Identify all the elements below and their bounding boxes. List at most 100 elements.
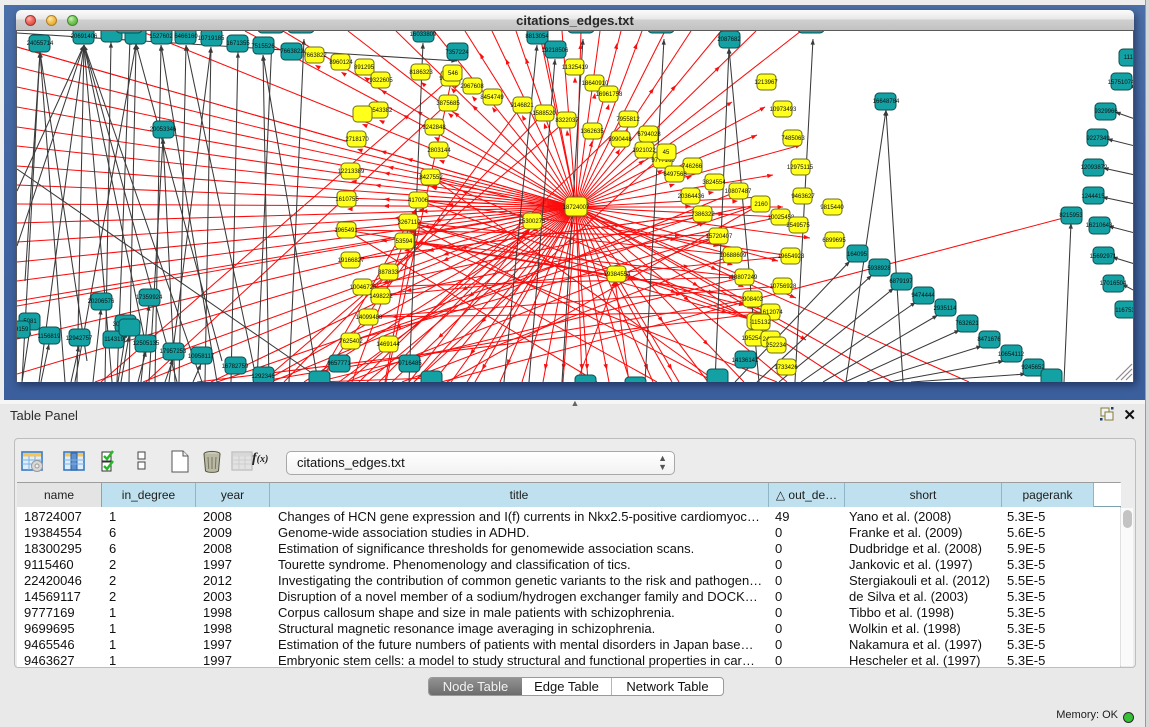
svg-text:7357224: 7357224 <box>445 50 469 56</box>
svg-text:1733426: 1733426 <box>774 365 798 371</box>
svg-text:8471676: 8471676 <box>977 337 1001 343</box>
svg-text:164095: 164095 <box>847 252 868 258</box>
svg-text:14099488: 14099488 <box>356 315 383 321</box>
svg-text:2549575: 2549575 <box>786 223 810 229</box>
svg-text:11325419: 11325419 <box>562 65 589 71</box>
svg-text:887833: 887833 <box>378 270 399 276</box>
svg-text:16033809: 16033809 <box>410 32 437 38</box>
svg-text:14136141: 14136141 <box>732 358 759 364</box>
svg-text:9227349: 9227349 <box>1086 136 1110 142</box>
svg-text:7632621: 7632621 <box>955 321 979 327</box>
svg-text:10719185: 10719185 <box>198 36 225 42</box>
svg-text:12213389: 12213389 <box>338 169 365 175</box>
svg-text:9329966: 9329966 <box>1094 109 1118 115</box>
svg-text:6794028: 6794028 <box>637 132 661 138</box>
svg-text:39159: 39159 <box>17 327 29 333</box>
svg-text:116753: 116753 <box>1115 308 1134 314</box>
svg-text:53594: 53594 <box>396 239 413 245</box>
svg-text:12505135: 12505135 <box>133 341 160 347</box>
svg-text:8427552: 8427552 <box>419 175 443 181</box>
svg-text:2718170: 2718170 <box>345 137 369 143</box>
svg-text:17359924: 17359924 <box>136 295 163 301</box>
svg-text:20053346: 20053346 <box>150 127 177 133</box>
svg-text:1362635: 1362635 <box>580 129 604 135</box>
svg-text:252234: 252234 <box>766 343 787 349</box>
svg-text:9474444: 9474444 <box>911 293 935 299</box>
svg-text:9716485: 9716485 <box>398 361 422 367</box>
svg-text:19384554: 19384554 <box>604 272 631 278</box>
svg-text:18807249: 18807249 <box>731 275 758 281</box>
svg-text:1213967: 1213967 <box>754 80 778 86</box>
svg-text:1156819: 1156819 <box>38 334 62 340</box>
svg-text:908403: 908403 <box>743 297 764 303</box>
svg-text:1112: 1112 <box>1124 55 1134 61</box>
svg-text:7663822: 7663822 <box>280 49 304 55</box>
svg-text:19654923: 19654923 <box>778 254 805 260</box>
svg-text:12093872: 12093872 <box>1081 165 1108 171</box>
svg-text:20364436: 20364436 <box>678 194 705 200</box>
svg-text:15751074: 15751074 <box>1108 80 1134 86</box>
svg-text:8960124: 8960124 <box>329 60 353 66</box>
svg-text:7485063: 7485063 <box>781 136 805 142</box>
svg-text:7515526: 7515526 <box>251 44 275 50</box>
svg-text:746266: 746266 <box>682 164 703 170</box>
svg-text:546: 546 <box>448 71 459 77</box>
svg-text:10958117: 10958117 <box>188 354 215 360</box>
svg-text:19218506: 19218506 <box>542 48 569 54</box>
svg-text:16210643: 16210643 <box>1086 223 1113 229</box>
svg-text:16648784: 16648784 <box>873 99 900 105</box>
svg-text:45: 45 <box>663 150 670 156</box>
svg-text:6899695: 6899695 <box>822 238 846 244</box>
svg-text:9463627: 9463627 <box>791 194 815 200</box>
svg-text:20206576: 20206576 <box>88 299 115 305</box>
svg-text:10807487: 10807487 <box>725 189 752 195</box>
svg-text:18724007: 18724007 <box>563 205 590 211</box>
svg-text:15692971: 15692971 <box>1090 254 1117 260</box>
svg-text:3267110: 3267110 <box>398 220 422 226</box>
svg-text:2935114: 2935114 <box>934 306 958 312</box>
svg-text:1498222: 1498222 <box>369 294 393 300</box>
svg-text:16782759: 16782759 <box>222 364 249 370</box>
svg-text:2087682: 2087682 <box>717 37 741 43</box>
svg-text:10688609: 10688609 <box>720 253 747 259</box>
svg-text:1610755: 1610755 <box>335 197 359 203</box>
svg-text:1244415: 1244415 <box>1081 194 1105 200</box>
svg-text:10973493: 10973493 <box>770 107 797 113</box>
svg-text:9815440: 9815440 <box>820 205 844 211</box>
svg-text:8990448: 8990448 <box>608 137 632 143</box>
svg-text:114319: 114319 <box>104 337 124 343</box>
svg-text:3875685: 3875685 <box>436 101 460 107</box>
svg-text:17016504: 17016504 <box>1100 281 1127 287</box>
svg-text:6497568: 6497568 <box>663 172 687 178</box>
svg-text:9322605: 9322605 <box>369 78 393 84</box>
svg-text:891295: 891295 <box>354 65 375 71</box>
svg-text:2967608: 2967608 <box>460 84 484 90</box>
svg-text:9242848: 9242848 <box>422 125 446 131</box>
svg-text:7386322: 7386322 <box>691 212 715 218</box>
svg-text:6466160: 6466160 <box>174 34 198 40</box>
svg-text:9146821: 9146821 <box>510 103 534 109</box>
svg-text:9657771: 9657771 <box>327 361 351 367</box>
svg-text:15720407: 15720407 <box>706 234 733 240</box>
svg-text:19166827: 19166827 <box>338 258 365 264</box>
svg-text:417006: 417006 <box>408 198 429 204</box>
svg-text:8186323: 8186323 <box>409 70 433 76</box>
svg-text:1588520: 1588520 <box>532 111 556 117</box>
svg-text:6879197: 6879197 <box>889 279 913 285</box>
svg-text:8454749: 8454749 <box>480 95 504 101</box>
svg-text:17957253: 17957253 <box>160 349 187 355</box>
svg-text:10654112: 10654112 <box>998 352 1025 358</box>
svg-text:12975115: 12975115 <box>787 165 814 171</box>
svg-text:8215953: 8215953 <box>1059 213 1083 219</box>
svg-text:2160: 2160 <box>754 202 768 208</box>
svg-text:5938928: 5938928 <box>867 266 891 272</box>
svg-text:7663822: 7663822 <box>303 53 327 59</box>
svg-text:8322037: 8322037 <box>555 118 579 124</box>
svg-text:7625402: 7625402 <box>339 339 363 345</box>
svg-text:24055714: 24055714 <box>27 41 54 47</box>
svg-text:1292346: 1292346 <box>251 374 275 380</box>
svg-text:1671355: 1671355 <box>226 41 250 47</box>
svg-text:1527602: 1527602 <box>149 34 173 40</box>
svg-text:1921022: 1921022 <box>632 148 656 154</box>
svg-text:2803144: 2803144 <box>427 148 451 154</box>
